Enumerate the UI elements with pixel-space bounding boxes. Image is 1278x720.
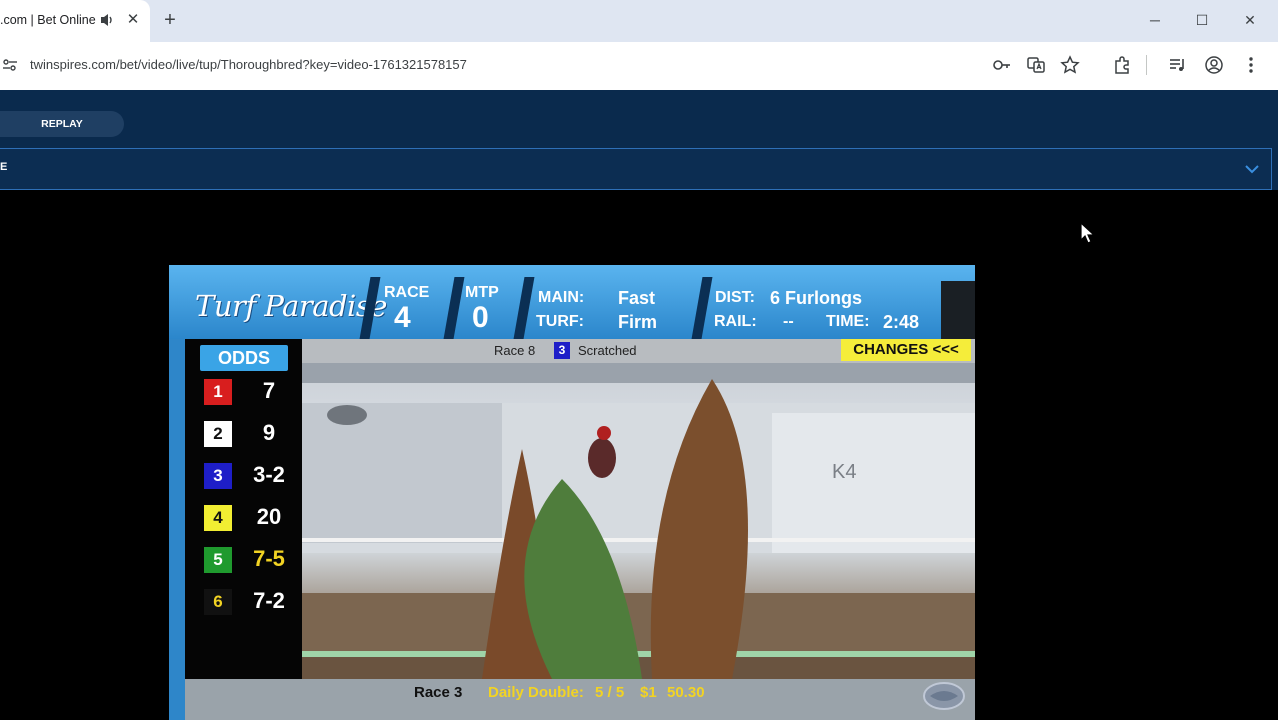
turf-label: TURF: xyxy=(536,313,584,330)
odds-value-2: 9 xyxy=(262,420,276,445)
close-window-button[interactable]: ✕ xyxy=(1237,8,1263,32)
changes-button[interactable]: CHANGES <<< xyxy=(841,339,971,361)
scratch-program-number: 3 xyxy=(554,342,570,359)
extensions-icon[interactable] xyxy=(1112,55,1132,75)
password-key-icon[interactable] xyxy=(992,55,1012,75)
bookmark-star-icon[interactable] xyxy=(1060,55,1080,75)
distance-label: DIST: xyxy=(715,289,755,306)
header-corner xyxy=(941,281,975,339)
address-bar[interactable]: twinspires.com/bet/video/live/tup/Thorou… xyxy=(30,57,467,72)
post-time-value: 2:48 xyxy=(883,312,920,332)
chevron-down-icon[interactable] xyxy=(1244,162,1260,176)
program-number-2: 2 xyxy=(204,421,232,447)
new-tab-button[interactable]: + xyxy=(160,9,180,31)
program-number-1: 1 xyxy=(204,379,232,405)
speaker-icon[interactable] xyxy=(100,12,114,28)
odds-value-5: 7-5 xyxy=(253,546,285,571)
maximize-button[interactable]: ☐ xyxy=(1189,8,1215,32)
replay-button[interactable]: REPLAY xyxy=(0,111,124,137)
tab-bar: .com | Bet Online ✕ + ─ ☐ ✕ xyxy=(0,0,1278,42)
close-tab-icon[interactable]: ✕ xyxy=(124,10,142,30)
bet-amount: $1 xyxy=(640,684,657,701)
program-number-5: 5 xyxy=(204,547,232,573)
daily-double-payout: 50.30 xyxy=(667,684,705,701)
odds-value-6: 7-2 xyxy=(253,588,285,613)
rail-label: RAIL: xyxy=(714,313,757,330)
translate-icon[interactable] xyxy=(1026,55,1046,75)
mouse-cursor-icon xyxy=(1080,222,1096,244)
minimize-button[interactable]: ─ xyxy=(1142,8,1168,32)
video-player[interactable]: Turf Paradise RACE 4 MTP 0 MAIN: Fast TU… xyxy=(169,265,975,720)
scratch-race: Race 8 xyxy=(494,343,536,358)
odds-value-1: 7 xyxy=(262,378,276,403)
network-logo-icon xyxy=(923,682,965,710)
menu-kebab-icon[interactable] xyxy=(1241,55,1261,75)
distance-value: 6 Furlongs xyxy=(770,288,863,308)
post-time-label: TIME: xyxy=(826,313,870,330)
media-control-icon[interactable] xyxy=(1167,55,1187,75)
race-number: 4 xyxy=(394,301,411,334)
program-number-4: 4 xyxy=(204,505,232,531)
ticker-race: Race 3 xyxy=(414,684,463,701)
mtp-value: 0 xyxy=(472,301,489,334)
track-logo: Turf Paradise xyxy=(195,289,387,323)
scratch-status: Scratched xyxy=(578,343,637,358)
profile-icon[interactable] xyxy=(1204,55,1224,75)
main-track-label: MAIN: xyxy=(538,289,585,306)
mtp-label: MTP xyxy=(465,284,499,301)
site-settings-icon[interactable] xyxy=(2,57,18,73)
turf-condition: Firm xyxy=(618,312,658,332)
svg-text:K4: K4 xyxy=(832,461,856,483)
toolbar-divider xyxy=(1146,55,1147,75)
track-selector-label: E xyxy=(0,161,8,173)
tab-title: .com | Bet Online xyxy=(0,13,96,27)
race-label: RACE xyxy=(384,284,430,301)
rail-value: -- xyxy=(783,313,794,330)
program-number-6: 6 xyxy=(204,589,232,615)
live-video-feed: K4 xyxy=(302,363,975,679)
odds-header: ODDS xyxy=(200,345,288,371)
odds-value-4: 20 xyxy=(256,504,282,529)
track-selector[interactable] xyxy=(0,148,1272,190)
daily-double-label: Daily Double: xyxy=(488,684,584,701)
odds-value-3: 3-2 xyxy=(253,462,285,487)
daily-double-combo: 5 / 5 xyxy=(595,684,625,701)
main-track-condition: Fast xyxy=(618,288,656,308)
program-number-3: 3 xyxy=(204,463,232,489)
browser-tab[interactable]: .com | Bet Online ✕ xyxy=(0,0,150,42)
